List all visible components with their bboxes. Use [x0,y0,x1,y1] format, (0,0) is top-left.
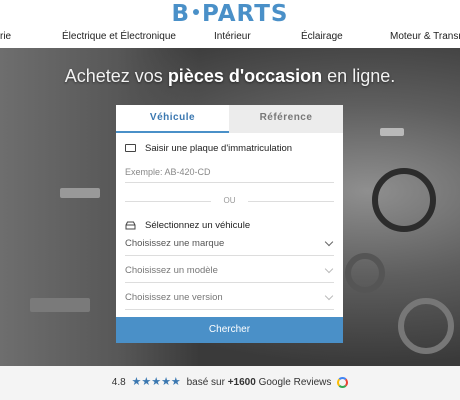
engine-part-image [380,128,404,136]
search-button[interactable]: Chercher [116,317,343,343]
brand-select[interactable]: Choisissez une marque [125,236,334,256]
nav-item-partial[interactable]: rie [0,31,11,42]
chevron-down-icon [324,237,334,247]
rating-stars-icon: ★★★★★ [131,376,181,388]
engine-part-image [372,168,436,232]
nav-item-interieur[interactable]: Intérieur [214,31,251,42]
engine-part-image [60,188,100,198]
reviews-text-pre: basé sur [186,377,228,388]
or-separator: OU [125,196,334,205]
car-icon [125,221,136,230]
logo[interactable]: B PARTS [171,1,288,27]
version-select[interactable]: Choisissez une version [125,290,334,310]
model-select[interactable]: Choisissez un modèle [125,263,334,283]
logo-dot-icon [193,9,200,15]
tab-reference[interactable]: Référence [229,105,343,133]
chevron-down-icon [324,291,334,301]
category-nav: rie Électrique et Électronique Intérieur… [0,26,460,48]
engine-part-image [345,253,385,293]
model-select-value: Choisissez un modèle [125,265,218,276]
tab-vehicule[interactable]: Véhicule [116,105,229,133]
brand-select-value: Choisissez une marque [125,238,225,249]
license-plate-icon [125,144,136,153]
plate-label: Saisir une plaque d'immatriculation [125,143,292,154]
nav-item-electrique[interactable]: Électrique et Électronique [62,31,176,42]
plate-input[interactable]: Exemple: AB-420-CD [125,163,334,183]
rating-value: 4.8 [111,377,126,388]
search-panel: Véhicule Référence Saisir une plaque d'i… [116,105,343,343]
version-select-value: Choisissez une version [125,292,223,303]
hero-title: Achetez vos pièces d'occasion en ligne. [64,66,396,86]
reviews-count: +1600 [227,377,256,388]
reviews-text-post: Google Reviews [255,377,332,388]
engine-part-image [398,298,454,354]
reviews-bar: 4.8 ★★★★★ basé sur +1600 Google Reviews [0,366,460,400]
header: B PARTS [0,0,460,27]
vehicle-label: Sélectionnez un véhicule [125,220,250,231]
nav-item-eclairage[interactable]: Éclairage [301,31,343,42]
chevron-down-icon [324,264,334,274]
search-tabs: Véhicule Référence [116,105,343,133]
google-icon[interactable] [337,376,349,388]
engine-part-image [30,298,90,312]
nav-item-moteur[interactable]: Moteur & Transmi [390,31,460,42]
